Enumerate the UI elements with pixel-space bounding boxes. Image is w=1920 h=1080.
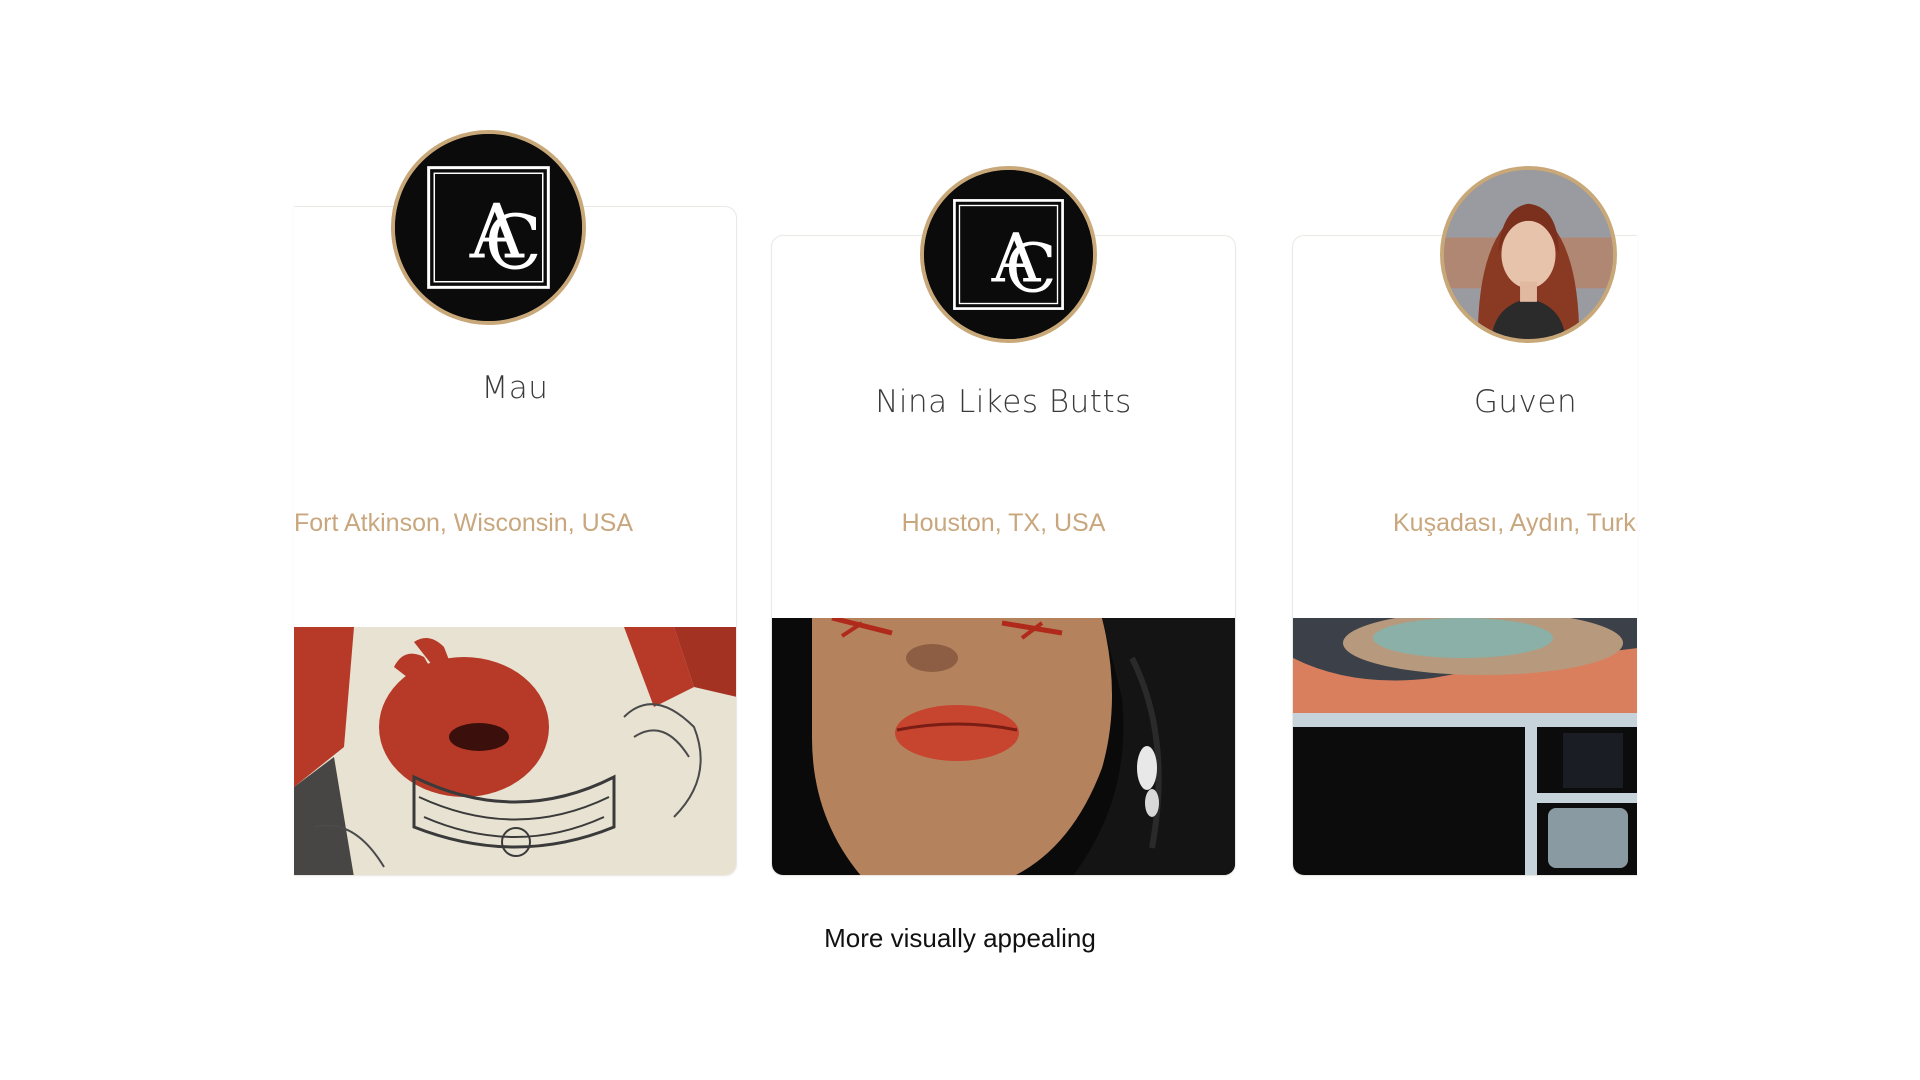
svg-text:C: C xyxy=(485,200,542,287)
artwork-image[interactable] xyxy=(294,627,736,875)
artist-card-guven[interactable]: Guven Kuşadası, Aydın, Turke xyxy=(1292,235,1637,876)
ac-monogram-logo: A C xyxy=(924,170,1093,339)
artist-name[interactable]: Guven xyxy=(1293,384,1637,420)
artwork-image[interactable] xyxy=(772,618,1235,875)
svg-text:C: C xyxy=(1005,229,1057,308)
artist-avatar[interactable]: A C xyxy=(391,130,586,325)
artist-location: Fort Atkinson, Wisconsin, USA xyxy=(294,509,634,537)
woman-portrait-red-lips-artwork xyxy=(772,618,1235,875)
ac-monogram-logo: A C xyxy=(395,134,582,321)
artwork-image[interactable] xyxy=(1293,618,1637,875)
artist-name[interactable]: Nina Likes Butts xyxy=(772,384,1235,420)
red-hand-etching-artwork xyxy=(294,627,736,875)
artist-location: Houston, TX, USA xyxy=(901,509,1106,537)
artist-avatar[interactable]: A C xyxy=(920,166,1097,343)
abstract-landscape-window-artwork xyxy=(1293,618,1637,875)
artist-name[interactable]: Mau xyxy=(294,370,736,406)
artist-location: Kuşadası, Aydın, Turke xyxy=(1393,509,1637,537)
caption-text: More visually appealing xyxy=(824,923,1096,953)
red-haired-woman-portrait xyxy=(1444,170,1613,339)
artist-avatar[interactable] xyxy=(1440,166,1617,343)
